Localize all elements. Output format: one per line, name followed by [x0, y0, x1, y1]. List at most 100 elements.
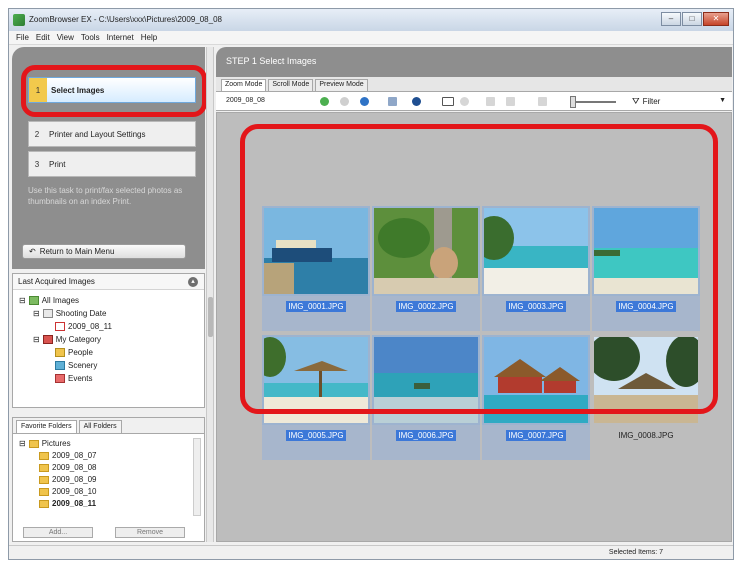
people-icon — [55, 348, 65, 357]
view-mode-tabs: Zoom Mode Scroll Mode Preview Mode — [216, 77, 732, 91]
maximize-button[interactable]: □ — [682, 12, 702, 26]
expand-icon: ⊟ — [19, 296, 26, 305]
close-button[interactable]: ✕ — [703, 12, 729, 26]
expand-icon: ⊟ — [33, 335, 40, 344]
thumbnail-caption: IMG_0007.JPG — [506, 430, 566, 441]
folder-icon — [28, 439, 39, 448]
menu-view[interactable]: View — [57, 33, 74, 42]
tree-label: All Images — [41, 296, 80, 305]
browser-toolbar: 2009_08_08 ⛛ Filter ▼ — [216, 91, 732, 111]
thumbnail-caption: IMG_0008.JPG — [618, 431, 674, 440]
slider-knob[interactable] — [570, 96, 576, 108]
collapse-icon[interactable]: ▴ — [188, 277, 198, 287]
folder-item[interactable]: 2009_08_07 — [39, 451, 97, 460]
back-icon[interactable] — [320, 97, 329, 106]
tree-label: Events — [68, 374, 93, 383]
select-cursor-icon[interactable] — [442, 97, 454, 106]
tree-label: My Category — [55, 335, 102, 344]
minimize-button[interactable]: – — [661, 12, 681, 26]
step-label: Printer and Layout Settings — [49, 129, 146, 139]
folder-scrollbar[interactable] — [193, 438, 201, 516]
filter-label: Filter — [642, 97, 661, 106]
tree-shooting-date[interactable]: ⊟ Shooting Date — [33, 309, 106, 318]
menu-bar: File Edit View Tools Internet Help — [9, 31, 733, 45]
highlight-annotation-thumbnails — [240, 124, 718, 414]
last-acquired-header: Last Acquired Images ▴ — [13, 274, 204, 290]
folder-icon — [39, 487, 49, 496]
rotate-icon[interactable] — [486, 97, 495, 106]
folder-item[interactable]: 2009_08_10 — [39, 487, 97, 496]
step-label: Print — [49, 159, 66, 169]
expand-icon: ⊟ — [33, 309, 40, 318]
thumbnail-caption: IMG_0005.JPG — [286, 430, 346, 441]
add-folder-button[interactable]: Add... — [23, 527, 93, 538]
copy-icon[interactable] — [506, 97, 515, 106]
folder-label: 2009_08_09 — [52, 475, 97, 484]
folder-icon — [39, 499, 49, 508]
menu-help[interactable]: Help — [141, 33, 157, 42]
folders-panel: Favorite Folders All Folders ⊟ Pictures … — [12, 417, 205, 542]
last-acquired-panel: Last Acquired Images ▴ ⊟ All Images ⊟ Sh… — [12, 273, 205, 408]
category-icon — [42, 335, 53, 344]
folder-label: 2009_08_08 — [52, 463, 97, 472]
folder-item-current[interactable]: 2009_08_11 — [39, 499, 96, 508]
return-label: Return to Main Menu — [39, 247, 115, 256]
splitter-grip[interactable] — [208, 297, 213, 337]
images-icon — [28, 296, 39, 305]
tab-all-folders[interactable]: All Folders — [78, 420, 122, 433]
tree-all-images[interactable]: ⊟ All Images — [19, 296, 79, 305]
forward-icon[interactable] — [340, 97, 349, 106]
toolbar-menu-icon[interactable]: ▼ — [719, 97, 726, 104]
folder-label: 2009_08_10 — [52, 487, 97, 496]
return-to-main-menu-button[interactable]: ↶ Return to Main Menu — [22, 244, 186, 259]
tree-label: Scenery — [68, 361, 98, 370]
right-pane: STEP 1 Select Images Zoom Mode Scroll Mo… — [216, 47, 732, 544]
events-icon — [55, 374, 65, 383]
title-bar: ZoomBrowser EX - C:\Users\xxx\Pictures\2… — [9, 9, 733, 31]
calendar-day-icon — [55, 322, 65, 331]
folder-label: 2009_08_07 — [52, 451, 97, 460]
tab-preview-mode[interactable]: Preview Mode — [315, 79, 368, 91]
cut-icon[interactable] — [538, 97, 547, 106]
tab-scroll-mode[interactable]: Scroll Mode — [268, 79, 314, 91]
tree-date-item[interactable]: 2009_08_11 — [55, 322, 112, 331]
step-header: STEP 1 Select Images — [216, 47, 732, 77]
tab-zoom-mode[interactable]: Zoom Mode — [221, 79, 267, 91]
scenery-icon — [55, 361, 65, 370]
highlight-annotation-step — [21, 65, 207, 117]
folder-item[interactable]: 2009_08_09 — [39, 475, 97, 484]
filter-button[interactable]: ⛛ Filter — [632, 96, 660, 107]
filter-icon: ⛛ — [632, 96, 640, 106]
folder-label: Pictures — [41, 439, 71, 448]
tree-events[interactable]: Events — [55, 374, 92, 383]
status-selected-items: Selected Items: 7 — [608, 549, 663, 556]
thumbnail-size-slider[interactable] — [570, 96, 616, 108]
tree-my-category[interactable]: ⊟ My Category — [33, 335, 101, 344]
task-hint: Use this task to print/fax selected phot… — [28, 186, 183, 206]
tree-people[interactable]: People — [55, 348, 93, 357]
menu-edit[interactable]: Edit — [36, 33, 50, 42]
menu-file[interactable]: File — [16, 33, 29, 42]
display-icon[interactable] — [388, 97, 397, 106]
pane-splitter[interactable] — [206, 47, 214, 542]
menu-internet[interactable]: Internet — [107, 33, 134, 42]
info-icon[interactable] — [412, 97, 421, 106]
folder-item[interactable]: 2009_08_08 — [39, 463, 97, 472]
menu-tools[interactable]: Tools — [81, 33, 100, 42]
calendar-icon — [42, 309, 53, 318]
step-number: 3 — [34, 159, 40, 169]
step-print[interactable]: 3 Print — [28, 151, 196, 177]
tab-favorite-folders[interactable]: Favorite Folders — [16, 420, 77, 433]
app-window: ZoomBrowser EX - C:\Users\xxx\Pictures\2… — [8, 8, 734, 560]
return-arrow-icon: ↶ — [29, 247, 36, 256]
tree-label: 2009_08_11 — [68, 322, 112, 331]
refresh-icon[interactable] — [360, 97, 369, 106]
step-printer-layout[interactable]: 2 Printer and Layout Settings — [28, 121, 196, 147]
tree-label: People — [68, 348, 93, 357]
remove-folder-button[interactable]: Remove — [115, 527, 185, 538]
zoom-icon[interactable] — [460, 97, 469, 106]
tree-scenery[interactable]: Scenery — [55, 361, 97, 370]
left-pane: 1 Select Images 2 Printer and Layout Set… — [12, 47, 207, 542]
status-bar: Selected Items: 7 — [9, 545, 733, 559]
folder-item[interactable]: ⊟ Pictures — [19, 439, 71, 448]
